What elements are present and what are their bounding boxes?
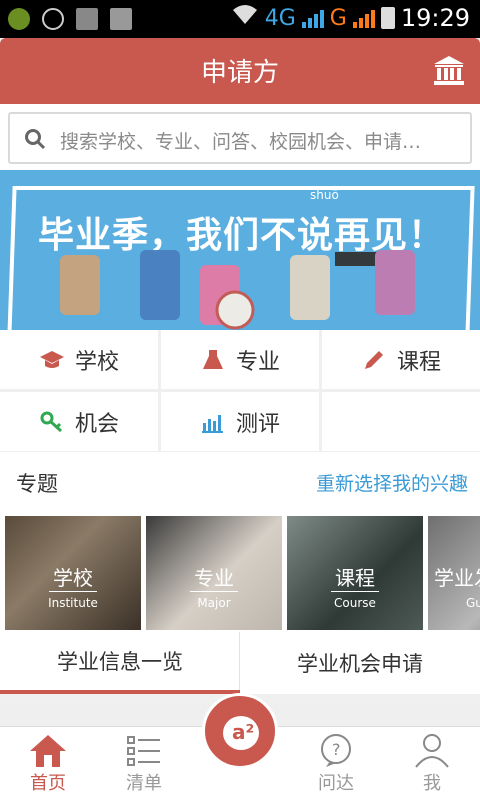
nav-label: 我 [423,773,441,794]
topic-card-development[interactable]: 学业发 Gu [428,516,480,630]
app-header: 申请方 [0,38,480,104]
topic-card-subtitle: Major [197,596,231,610]
nav-qa[interactable]: ? 问达 [288,727,384,800]
pencil-icon [364,350,383,369]
page-title: 申请方 [200,58,279,88]
topic-card-title: 课程 [335,566,375,590]
category-course[interactable]: 课程 [322,330,480,389]
topic-card-title: 专业 [194,566,234,590]
promo-banner[interactable]: shuō 毕业季，我们不说再见！ [0,170,480,330]
flask-icon [202,349,223,369]
tab-academic-info[interactable]: 学业信息一览 [0,632,240,694]
bank-icon[interactable] [432,54,466,88]
reselect-interests-link[interactable]: 重新选择我的兴趣 [316,469,468,496]
notification-icons [8,8,132,30]
topic-card-subtitle: Course [334,596,376,610]
signal-icon-2 [352,8,375,28]
battery-icon [380,7,395,29]
home-icon [30,735,66,767]
wifi-icon [231,4,259,32]
tab-label: 学业机会申请 [297,652,423,676]
nav-label: 首页 [30,773,66,794]
status-right: 4G G 19:29 [231,4,470,32]
category-opportunity[interactable]: 机会 [0,392,158,451]
signal-icon-1 [301,8,324,28]
category-label: 专业 [235,349,280,375]
checklist-icon [127,736,160,766]
network-type-1: 4G [264,5,296,31]
topic-cards: 学校 Institute 专业 Major 课程 Course 学业发 Gu [0,510,480,632]
topic-card-divider [190,591,238,592]
search-input[interactable]: 搜索学校、专业、问答、校园机会、申请… [8,112,472,164]
category-label: 学校 [74,349,119,375]
topic-card-divider [49,591,97,592]
graduation-cap-icon [39,350,64,368]
question-bubble-icon: ? [321,734,351,767]
bar-chart-icon [201,414,223,433]
topic-card-divider [331,591,379,592]
tab-label: 学业信息一览 [57,650,183,674]
status-bar: 4G G 19:29 [0,0,480,38]
nav-label: 清单 [126,773,162,794]
news-notification-icon [110,8,132,30]
topic-card-major[interactable]: 专业 Major [146,516,282,630]
category-grid: 学校 专业 课程 机会 测评 [0,330,480,452]
topics-header: 专题 重新选择我的兴趣 [0,452,480,510]
topics-title: 专题 [16,472,58,496]
tab-opportunity-apply[interactable]: 学业机会申请 [240,632,480,694]
image-notification-icon [76,8,98,30]
topic-card-course[interactable]: 课程 Course [287,516,423,630]
category-label: 测评 [235,411,280,437]
clock: 19:29 [400,4,470,32]
category-school[interactable]: 学校 [0,330,158,389]
banner-illustration [60,250,415,330]
category-empty [322,392,480,451]
topic-card-title: 学校 [53,566,93,590]
category-label: 课程 [396,349,441,375]
search-icon [25,129,46,150]
content-tabs: 学业信息一览 学业机会申请 [0,632,480,694]
nav-me[interactable]: 我 [384,727,480,800]
topic-card-title: 学业发 [434,566,480,590]
app-notification-icon [8,8,30,30]
svg-text:?: ? [332,740,341,759]
nav-home[interactable]: 首页 [0,727,96,800]
category-major[interactable]: 专业 [161,330,319,389]
nav-list[interactable]: 清单 [96,727,192,800]
topic-card-school[interactable]: 学校 Institute [5,516,141,630]
topic-card-subtitle: Gu [466,596,480,610]
bottom-nav: 首页 清单 a² ? 问达 我 [0,693,480,800]
category-label: 机会 [74,411,119,437]
topic-card-subtitle: Institute [48,596,98,610]
key-icon [40,411,62,432]
user-icon [415,734,449,768]
search-placeholder: 搜索学校、专业、问答、校园机会、申请… [60,131,422,153]
network-type-2: G [329,5,347,31]
search-area: 搜索学校、专业、问答、校园机会、申请… [0,104,480,170]
a2-logo-icon: a² [223,716,259,750]
face-notification-icon [42,8,64,30]
nav-label: 问达 [318,773,354,794]
center-action-button[interactable]: a² [202,693,278,769]
category-assessment[interactable]: 测评 [161,392,319,451]
